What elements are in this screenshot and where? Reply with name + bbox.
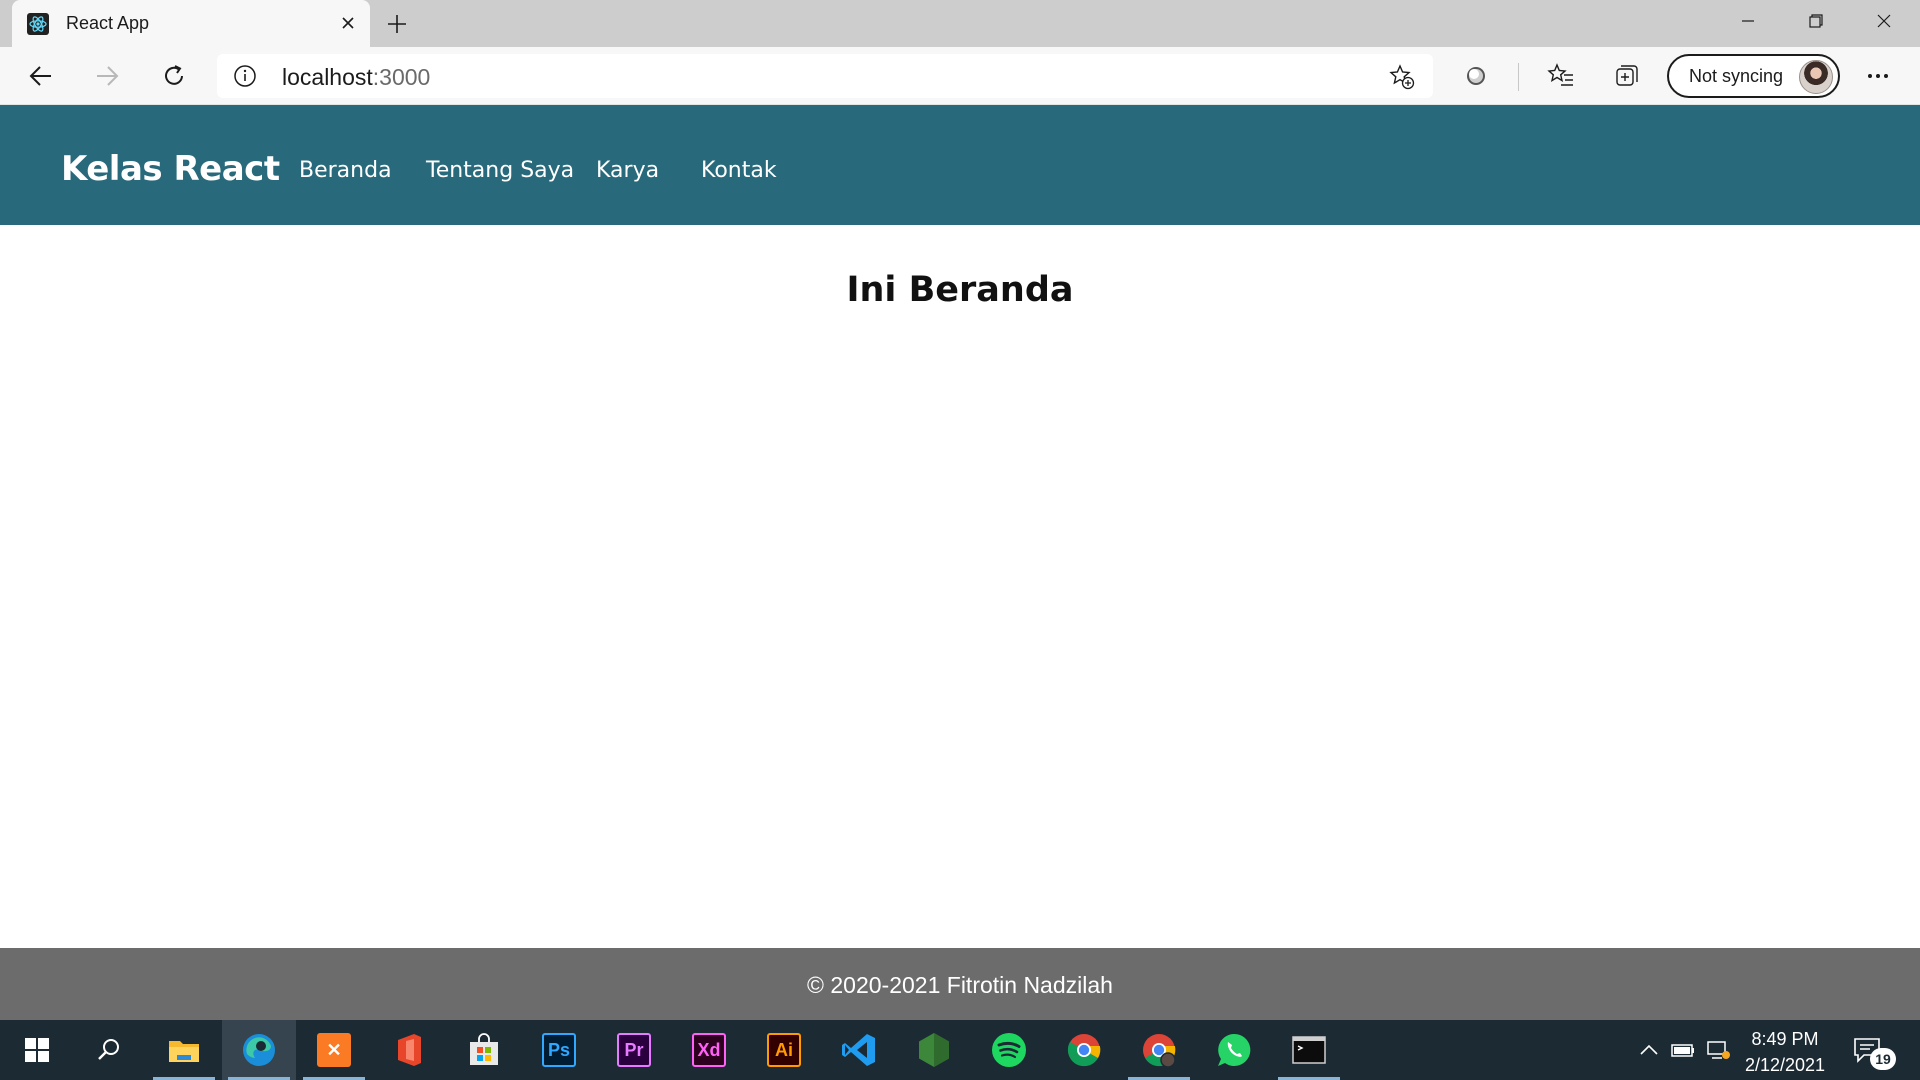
nav-link-beranda[interactable]: Beranda [299,158,392,183]
action-center-button[interactable]: 19 [1852,1034,1896,1070]
start-icon [25,1038,49,1062]
close-icon [1877,14,1891,28]
address-bar[interactable]: localhost:3000 [217,54,1433,98]
add-favorite-icon[interactable] [1387,62,1417,92]
minimize-button[interactable] [1714,0,1782,42]
site-brand[interactable]: Kelas React [61,149,280,189]
favorites-icon [1547,63,1573,86]
page-heading: Ini Beranda [846,270,1074,310]
address-host: localhost [282,64,373,90]
collections-button[interactable] [1608,57,1646,95]
taskbar-vscode[interactable] [822,1020,896,1080]
chrome-icon [1067,1034,1101,1067]
taskbar-file-explorer[interactable] [147,1020,221,1080]
taskbar-chrome-profile[interactable] [1122,1020,1196,1080]
extension-icon [1467,67,1485,85]
terminal-icon [1292,1036,1326,1064]
illustrator-icon: Ai [767,1033,801,1067]
edge-icon [243,1034,275,1066]
nav-link-karya[interactable]: Karya [596,158,659,183]
file-explorer-icon [169,1041,199,1062]
chevron-up-icon[interactable] [1636,1038,1662,1062]
restore-button[interactable] [1782,0,1850,42]
nav-link-kontak[interactable]: Kontak [701,158,777,183]
favorites-button[interactable] [1542,57,1580,95]
taskbar-chrome[interactable] [1047,1020,1121,1080]
windows-taskbar: ✕ Ps Pr Xd Ai 8:49 PM 2/12/2021 19 [0,1020,1920,1080]
nav-link-tentang-saya[interactable]: Tentang Saya [426,158,574,183]
collections-icon [1616,65,1638,86]
taskbar-xampp[interactable]: ✕ [297,1020,371,1080]
extension-button[interactable] [1457,57,1495,95]
sync-status-label: Not syncing [1689,66,1784,86]
browser-tab[interactable]: React App [12,0,370,47]
restore-icon [1809,14,1823,28]
tab-title: React App [66,13,150,33]
tab-close-button[interactable] [334,9,362,37]
back-arrow-icon [29,66,51,86]
clock-time: 8:49 PM [1751,1029,1819,1049]
taskbar-nodejs[interactable] [897,1020,971,1080]
address-text[interactable]: localhost:3000 [282,64,430,91]
system-clock[interactable]: 8:49 PM 2/12/2021 [1730,1026,1840,1078]
taskbar-terminal[interactable] [1272,1020,1346,1080]
network-icon[interactable] [1706,1038,1732,1062]
profile-avatar [1799,60,1833,94]
site-navbar: Kelas React Beranda Tentang Saya Karya K… [0,105,1920,225]
taskbar-whatsapp[interactable] [1197,1020,1271,1080]
xampp-icon: ✕ [317,1033,351,1067]
footer-copyright: © 2020-2021 Fitrotin Nadzilah [807,972,1113,998]
office-icon [398,1034,421,1066]
taskbar-spotify[interactable] [972,1020,1046,1080]
profile-sync-button[interactable]: Not syncing [1667,54,1840,98]
address-port: :3000 [372,64,431,90]
minimize-icon [1742,20,1754,22]
site-info-icon[interactable] [233,64,257,88]
site-footer: © 2020-2021 Fitrotin Nadzilah [0,948,1920,1020]
new-tab-button[interactable] [382,9,412,39]
taskbar-office[interactable] [372,1020,446,1080]
nodejs-icon [919,1033,949,1067]
search-icon [98,1039,119,1060]
photoshop-icon: Ps [542,1033,576,1067]
back-button[interactable] [22,57,60,95]
react-logo-icon [27,13,49,35]
start-button[interactable] [0,1020,74,1080]
toolbar-separator [1518,63,1519,91]
window-close-button[interactable] [1850,0,1918,42]
vscode-icon [842,1034,875,1066]
browser-toolbar: localhost:3000 Not syncing [0,47,1920,105]
whatsapp-icon [1218,1033,1251,1066]
taskbar-edge[interactable] [222,1020,296,1080]
battery-icon[interactable] [1670,1038,1696,1062]
xd-icon: Xd [692,1033,726,1067]
taskbar-search-button[interactable] [72,1020,146,1080]
taskbar-photoshop[interactable]: Ps [522,1020,596,1080]
taskbar-illustrator[interactable]: Ai [747,1020,821,1080]
taskbar-xd[interactable]: Xd [672,1020,746,1080]
notification-count-badge: 19 [1870,1048,1896,1070]
spotify-icon [992,1033,1026,1067]
chrome-profile-icon [1143,1034,1176,1068]
taskbar-store[interactable] [447,1020,521,1080]
close-icon [342,17,354,29]
refresh-icon [165,65,183,85]
refresh-button[interactable] [155,57,193,95]
taskbar-premiere[interactable]: Pr [597,1020,671,1080]
more-menu-button[interactable] [1859,57,1897,95]
more-menu-icon [1868,74,1888,78]
plus-icon [388,15,406,33]
forward-arrow-icon [97,66,119,86]
clock-date: 2/12/2021 [1744,1055,1826,1075]
forward-button[interactable] [88,57,126,95]
store-icon [470,1033,498,1065]
premiere-icon: Pr [617,1033,651,1067]
browser-tab-strip: React App [0,0,1920,47]
